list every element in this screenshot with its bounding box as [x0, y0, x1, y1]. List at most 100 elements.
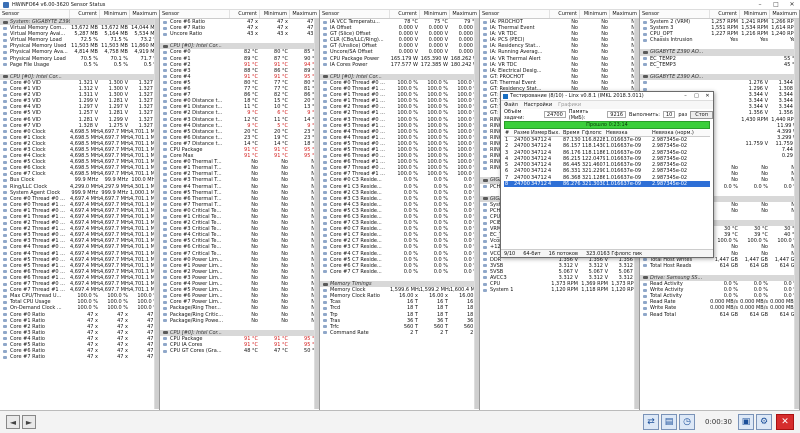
column-header: Sensor Current Minimum Maximum	[160, 10, 319, 19]
runs-input[interactable]: 10	[662, 111, 676, 118]
sensor-name: CPU GT Cores (Gra...	[160, 348, 230, 354]
results-row[interactable]: 8 24700 34712 4 86.276 321.3030 1.016637e-09 2.…	[504, 181, 710, 188]
column-header-cell[interactable]: Minimum	[100, 10, 130, 18]
results-cell: 8	[505, 181, 509, 188]
task-size-input[interactable]: 24700	[543, 111, 566, 118]
sensor-row[interactable]: Core #7 Ratio 47 x 47 x 47 x	[0, 354, 159, 360]
menu-settings[interactable]: Настройки	[524, 102, 552, 108]
column-header-cell[interactable]: Minimum	[740, 10, 770, 18]
logging-icon[interactable]: ▣	[738, 414, 754, 430]
sensor-row[interactable]: Command Rate2 T2 T2 T	[320, 330, 479, 336]
current-value: 614 GB	[719, 311, 738, 318]
column-header-cell[interactable]: Maximum	[450, 10, 479, 18]
column-header-cell[interactable]: Maximum	[290, 10, 319, 18]
results-column-header[interactable]: Невязка	[605, 130, 651, 136]
settings-icon[interactable]: ⚙	[756, 414, 772, 430]
window-titlebar: HWiNFO64 v6.00-3620 Sensor Status – □ ✕	[0, 0, 800, 10]
dialog-minimize-button[interactable]: –	[680, 93, 691, 99]
column-header: Sensor Current Minimum Maximum	[320, 10, 479, 19]
results-cell: 24700	[514, 181, 530, 188]
vertical-scrollbar[interactable]	[314, 19, 319, 409]
column-header-cell[interactable]: Minimum	[260, 10, 290, 18]
sensor-row[interactable]: Read Total 614 GB 614 GB 614 GB	[640, 312, 799, 318]
column-header-cell[interactable]: Sensor	[640, 10, 710, 18]
results-column-header[interactable]: Вых.	[547, 130, 562, 136]
column-header-cell[interactable]: Sensor	[480, 10, 550, 18]
bitness: 64-бит	[523, 250, 541, 257]
column-header-cell[interactable]: Current	[230, 10, 260, 18]
close-window-button[interactable]: ✕	[784, 0, 800, 10]
menu-graphs[interactable]: Графики	[558, 102, 581, 108]
column-header-cell[interactable]: Current	[710, 10, 740, 18]
current-value: 1,120 RPM	[551, 287, 578, 294]
results-cell: 1.016637e-09	[606, 181, 642, 188]
results-cell: 34712	[531, 181, 547, 188]
column-header-cell[interactable]: Maximum	[610, 10, 639, 18]
stop-button[interactable]: Стоп	[690, 110, 713, 119]
results-cell: 321.3030	[582, 181, 605, 188]
close-sensors-button[interactable]: ✕	[776, 414, 794, 430]
column-header-cell[interactable]: Minimum	[580, 10, 610, 18]
results-table: 1 24700 34712 4 87.130 116.8228 1.016637e-09 2.…	[501, 137, 713, 188]
column-header-cell[interactable]: Current	[70, 10, 100, 18]
scroll-left-icon[interactable]: ◄	[6, 415, 20, 429]
scroll-right-icon[interactable]: ►	[22, 415, 36, 429]
dialog-close-button[interactable]: ✕	[702, 93, 713, 99]
column-header-cell[interactable]: Maximum	[770, 10, 799, 18]
results-column-header[interactable]: Время	[562, 130, 581, 136]
minimum-value: 2 T	[440, 329, 448, 336]
run-counter: 9/10	[504, 250, 516, 257]
minimum-value: 47 °C	[274, 348, 288, 355]
linx-icon	[503, 93, 508, 99]
column-header-cell[interactable]: Sensor	[320, 10, 390, 18]
results-cell: 2.987345e-02	[652, 181, 688, 188]
results-column-header[interactable]: #	[504, 130, 513, 136]
vertical-scrollbar[interactable]	[794, 19, 799, 409]
results-cell: 86.276	[563, 181, 581, 188]
column-header-cell[interactable]: Current	[550, 10, 580, 18]
column-header-cell[interactable]: Current	[390, 10, 420, 18]
network-icon[interactable]: ⇄	[643, 414, 659, 430]
sensors-layout-icon[interactable]: ▤	[661, 414, 677, 430]
results-header: #РазмерИзмер.Вых.ВремяГфлопсНевязкаНевяз…	[504, 130, 710, 137]
scrollbar-thumb[interactable]	[795, 19, 799, 409]
memory-input[interactable]: 9216	[607, 111, 627, 118]
scrollbar-thumb[interactable]	[315, 19, 319, 409]
current-value: 47 x	[87, 354, 98, 361]
window-title: HWiNFO64 v6.00-3620 Sensor Status	[12, 1, 106, 8]
test-progress-bar: Прошло 0:23:14	[504, 121, 710, 129]
runs-unit: раз	[678, 111, 688, 118]
minimize-button[interactable]: –	[752, 0, 768, 10]
vertical-scrollbar[interactable]	[154, 19, 159, 409]
sensor-row[interactable]: System 1 1,120 RPM 1,118 RPM 1,120 RPM	[480, 287, 639, 293]
vertical-scrollbar[interactable]	[474, 19, 479, 409]
scrollbar-thumb[interactable]	[475, 19, 479, 409]
results-cell: 4	[548, 181, 552, 188]
dialog-maximize-button[interactable]: □	[691, 93, 702, 99]
menu-file[interactable]: Файл	[504, 102, 518, 108]
current-value: 2 T	[410, 329, 418, 336]
column-header: Sensor Current Minimum Maximum	[0, 10, 159, 19]
sensor-name: Command Rate	[320, 330, 390, 336]
clock-icon[interactable]: ◷	[679, 414, 695, 430]
memory-label: Память (МиБ):	[568, 108, 589, 121]
peak-gflops: 323.0163 Гфлопс пик	[585, 250, 643, 257]
column-header: Sensor Current Minimum Maximum	[480, 10, 639, 19]
linx-dialog: Тестирование (8/10) - Linx v0.8.1 (IMKL …	[500, 91, 714, 258]
runs-label: Выполнить:	[629, 111, 660, 118]
minimum-value: 47 x	[117, 354, 128, 361]
scrollbar-thumb[interactable]	[155, 19, 159, 409]
column-header-cell[interactable]: Maximum	[130, 10, 159, 18]
sensor-panel: Sensor Current Minimum Maximum System: GIGAB…	[0, 10, 160, 410]
column-header-cell[interactable]: Sensor	[0, 10, 70, 18]
maximize-button[interactable]: □	[768, 0, 784, 10]
column-header-cell[interactable]: Sensor	[160, 10, 230, 18]
results-column-header[interactable]: Размер	[513, 130, 530, 136]
current-value: 48 °C	[244, 348, 258, 355]
status-bar: ◄ ► ⇄ ▤ ◷ 0:00:30 ▣ ⚙ ✕	[0, 410, 800, 433]
results-column-header[interactable]: Измер.	[530, 130, 547, 136]
results-column-header[interactable]: Гфлопс	[581, 130, 605, 136]
column-header-cell[interactable]: Minimum	[420, 10, 450, 18]
sensor-row[interactable]: CPU GT Cores (Gra... 48 °C 47 °C 50 °C	[160, 348, 319, 354]
results-column-header[interactable]: Невязка (норм.)	[651, 130, 701, 136]
